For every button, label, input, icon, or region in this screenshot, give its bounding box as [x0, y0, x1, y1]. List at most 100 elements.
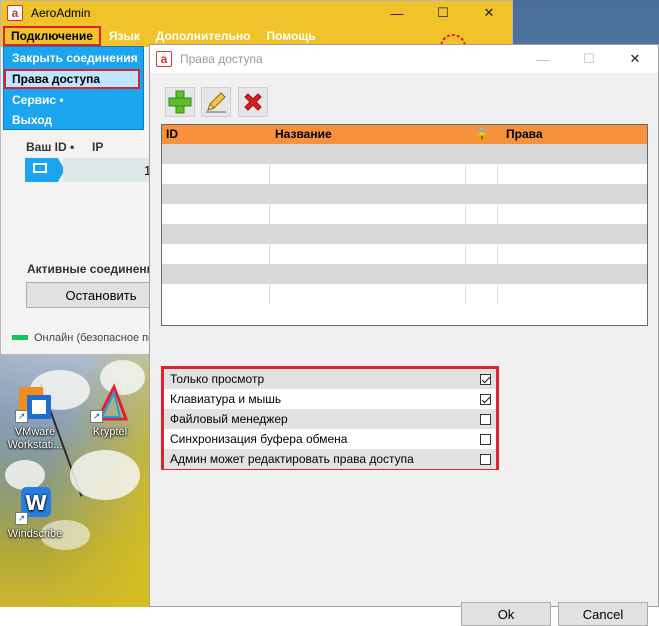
- menu-item-close-connections[interactable]: Закрыть соединения: [4, 48, 143, 68]
- rights-option-row[interactable]: Клавиатура и мышь: [164, 389, 496, 409]
- dialog-minimize-button[interactable]: —: [520, 47, 566, 71]
- ok-button[interactable]: Ok: [461, 602, 551, 626]
- menu-additional[interactable]: Дополнительно: [148, 26, 259, 46]
- dialog-content: ID lock-icon Название 🔒 Права Только про…: [150, 73, 658, 626]
- table-cell: [466, 244, 498, 264]
- table-row[interactable]: [162, 184, 647, 204]
- table-cell: [466, 184, 498, 204]
- rights-checkbox[interactable]: [480, 453, 491, 465]
- table-cell: [162, 224, 270, 244]
- table-cell: [466, 224, 498, 244]
- desktop-icon-kryptel[interactable]: ↗ Kryptel: [75, 383, 145, 439]
- rights-checkbox[interactable]: [480, 433, 491, 445]
- menu-item-exit[interactable]: Выход: [4, 110, 143, 130]
- rights-option-label: Клавиатура и мышь: [170, 392, 282, 406]
- rights-option-row[interactable]: Админ может редактировать права доступа: [164, 449, 496, 469]
- table-row[interactable]: [162, 144, 647, 164]
- rights-checkbox[interactable]: [480, 393, 491, 405]
- desktop-icon-label: Kryptel: [92, 426, 128, 438]
- rights-checkbox[interactable]: [480, 413, 491, 425]
- rights-option-label: Только просмотр: [170, 372, 265, 386]
- table-cell: [270, 184, 466, 204]
- table-row[interactable]: [162, 284, 647, 304]
- dialog-title: Права доступа: [180, 52, 263, 66]
- table-cell: [162, 164, 270, 184]
- rights-option-label: Админ может редактировать права доступа: [170, 452, 414, 466]
- desktop-icon-label: Windscribe: [7, 528, 63, 540]
- title-bar: a AeroAdmin — ☐ ✕: [1, 1, 512, 25]
- table-cell: [498, 144, 647, 164]
- menu-language[interactable]: Язык: [101, 26, 148, 46]
- table-cell: [498, 244, 647, 264]
- plus-icon: [168, 90, 192, 114]
- menu-help[interactable]: Помощь: [258, 26, 323, 46]
- dialog-maximize-button[interactable]: ☐: [566, 47, 612, 71]
- edit-button[interactable]: [201, 87, 231, 117]
- pencil-icon: [206, 92, 226, 113]
- table-cell: [466, 284, 498, 304]
- aeroadmin-logo-icon: a: [7, 5, 23, 21]
- lock-icon[interactable]: 🔒: [466, 125, 498, 144]
- table-cell: [498, 284, 647, 304]
- table-body: [162, 144, 647, 304]
- close-button[interactable]: ✕: [466, 1, 512, 25]
- id-box: [25, 158, 65, 182]
- table-row[interactable]: [162, 244, 647, 264]
- table-cell: [466, 164, 498, 184]
- rights-option-row[interactable]: Синхронизация буфера обмена: [164, 429, 496, 449]
- table-cell: [270, 204, 466, 224]
- column-name-header[interactable]: Название: [270, 125, 466, 144]
- desktop-icon-label: VMware Workstati...: [7, 426, 63, 451]
- cancel-button[interactable]: Cancel: [558, 602, 648, 626]
- delete-button[interactable]: [238, 87, 268, 117]
- kryptel-icon: ↗: [90, 383, 130, 423]
- table-cell: [162, 204, 270, 224]
- table-cell: [162, 144, 270, 164]
- column-rights[interactable]: Права: [498, 125, 647, 144]
- windscribe-icon: W ↗: [15, 485, 55, 525]
- table-cell: [498, 264, 647, 284]
- your-id-label: Ваш ID •: [26, 140, 75, 154]
- menu-item-access-rights[interactable]: Права доступа: [4, 69, 140, 89]
- desktop-icon-windscribe[interactable]: W ↗ Windscribe: [0, 485, 70, 541]
- maximize-button[interactable]: ☐: [420, 1, 466, 25]
- menu-item-service[interactable]: Сервис •: [4, 90, 143, 110]
- table-row[interactable]: [162, 224, 647, 244]
- table-cell: [162, 184, 270, 204]
- table-cell: [466, 264, 498, 284]
- table-cell: [270, 264, 466, 284]
- table-row[interactable]: [162, 204, 647, 224]
- rights-checkbox-list: Только просмотр Клавиатура и мышь Файловый…: [161, 366, 499, 470]
- desktop-icon-vmware[interactable]: ↗ VMware Workstati...: [0, 383, 70, 452]
- status-text: Онлайн (безопасное по: [34, 332, 155, 344]
- online-status-indicator: [12, 335, 28, 340]
- active-connections-label: Активные соединени: [27, 262, 155, 276]
- table-cell: [270, 244, 466, 264]
- table-header: ID lock-icon Название 🔒 Права: [162, 125, 647, 144]
- table-cell: [162, 284, 270, 304]
- table-cell: [162, 264, 270, 284]
- dialog-close-button[interactable]: ✕: [612, 47, 658, 71]
- delete-x-icon: [244, 93, 262, 111]
- rights-option-row[interactable]: Только просмотр: [164, 369, 496, 389]
- vmware-icon: ↗: [15, 383, 55, 423]
- menu-connection[interactable]: Подключение: [3, 26, 101, 46]
- rights-checkbox[interactable]: [480, 373, 491, 385]
- column-id[interactable]: ID: [162, 125, 270, 144]
- ip-label: IP: [92, 140, 104, 154]
- table-cell: [270, 284, 466, 304]
- table-cell: [270, 224, 466, 244]
- minimize-button[interactable]: —: [374, 1, 420, 25]
- svg-text:W: W: [25, 491, 47, 515]
- rights-option-row[interactable]: Файловый менеджер: [164, 409, 496, 429]
- connection-dropdown-menu: Закрыть соединения Права доступа Сервис …: [3, 46, 144, 130]
- table-row[interactable]: [162, 164, 647, 184]
- rights-table: ID lock-icon Название 🔒 Права: [161, 124, 648, 326]
- table-cell: [498, 184, 647, 204]
- table-cell: [498, 204, 647, 224]
- rights-option-label: Файловый менеджер: [170, 412, 288, 426]
- table-cell: [270, 164, 466, 184]
- computer-icon: [33, 163, 47, 173]
- add-button[interactable]: [165, 87, 195, 117]
- table-row[interactable]: [162, 264, 647, 284]
